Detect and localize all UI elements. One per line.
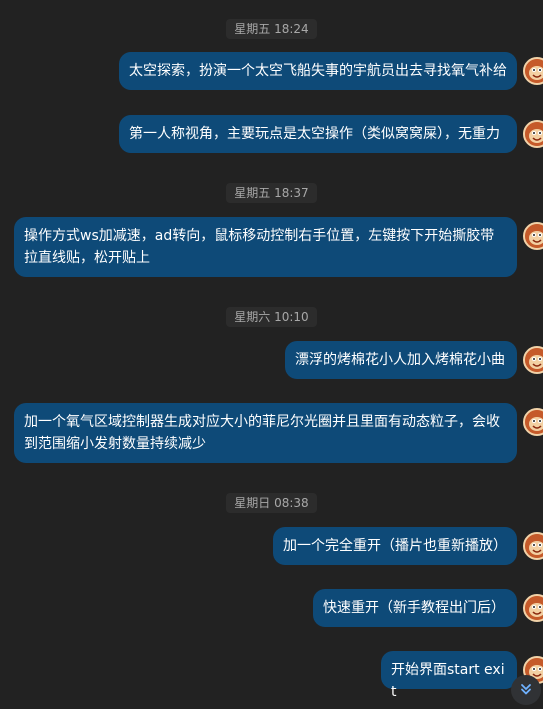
monkey-avatar-icon[interactable] bbox=[523, 57, 543, 85]
message-bubble[interactable]: 太空探索，扮演一个太空飞船失事的宇航员出去寻找氧气补给 bbox=[119, 52, 517, 90]
message-text: 加一个氧气区域控制器生成对应大小的菲尼尔光圈并且里面有动态粒子，会收到范围缩小发… bbox=[24, 414, 500, 452]
monkey-avatar-icon[interactable] bbox=[523, 532, 543, 560]
message-bubble[interactable]: 加一个完全重开（播片也重新播放） bbox=[273, 527, 517, 565]
message-row: 太空探索，扮演一个太空飞船失事的宇航员出去寻找氧气补给 bbox=[0, 52, 543, 90]
monkey-avatar-icon[interactable] bbox=[523, 222, 543, 250]
timestamp-divider: 星期五 18:37 bbox=[0, 182, 543, 203]
message-row: 漂浮的烤棉花小人加入烤棉花小曲 bbox=[0, 341, 543, 379]
monkey-avatar-icon[interactable] bbox=[523, 120, 543, 148]
timestamp-label: 星期五 18:37 bbox=[226, 183, 317, 203]
timestamp-label: 星期日 08:38 bbox=[226, 493, 317, 513]
message-text: 加一个完全重开（播片也重新播放） bbox=[283, 538, 507, 554]
message-bubble[interactable]: 漂浮的烤棉花小人加入烤棉花小曲 bbox=[285, 341, 517, 379]
timestamp-label: 星期五 18:24 bbox=[226, 19, 317, 39]
timestamp-label: 星期六 10:10 bbox=[226, 307, 317, 327]
message-row: 快速重开（新手教程出门后） bbox=[0, 589, 543, 627]
message-row: 加一个完全重开（播片也重新播放） bbox=[0, 527, 543, 565]
monkey-avatar-icon[interactable] bbox=[523, 346, 543, 374]
message-row: 开始界面start exit bbox=[0, 651, 543, 700]
monkey-avatar-icon[interactable] bbox=[523, 594, 543, 622]
message-bubble[interactable]: 快速重开（新手教程出门后） bbox=[313, 589, 517, 627]
double-chevron-down-icon bbox=[519, 681, 533, 700]
message-text: 开始界面start exit bbox=[391, 662, 505, 700]
timestamp-divider: 星期日 08:38 bbox=[0, 492, 543, 513]
message-bubble[interactable]: 操作方式ws加减速，ad转向，鼠标移动控制右手位置，左键按下开始撕胶带拉直线贴，… bbox=[14, 217, 517, 277]
message-row: 加一个氧气区域控制器生成对应大小的菲尼尔光圈并且里面有动态粒子，会收到范围缩小发… bbox=[0, 403, 543, 463]
message-bubble[interactable]: 开始界面start exit bbox=[381, 651, 517, 700]
scroll-to-bottom-button[interactable] bbox=[511, 675, 541, 705]
timestamp-divider: 星期五 18:24 bbox=[0, 18, 543, 39]
message-text: 操作方式ws加减速，ad转向，鼠标移动控制右手位置，左键按下开始撕胶带拉直线贴，… bbox=[24, 228, 495, 266]
message-row: 操作方式ws加减速，ad转向，鼠标移动控制右手位置，左键按下开始撕胶带拉直线贴，… bbox=[0, 217, 543, 277]
message-text: 太空探索，扮演一个太空飞船失事的宇航员出去寻找氧气补给 bbox=[129, 63, 507, 79]
message-bubble[interactable]: 加一个氧气区域控制器生成对应大小的菲尼尔光圈并且里面有动态粒子，会收到范围缩小发… bbox=[14, 403, 517, 463]
message-text: 快速重开（新手教程出门后） bbox=[323, 600, 505, 616]
message-bubble[interactable]: 第一人称视角，主要玩点是太空操作（类似窝窝屎），无重力 bbox=[119, 115, 517, 153]
message-text: 第一人称视角，主要玩点是太空操作（类似窝窝屎），无重力 bbox=[129, 126, 500, 142]
timestamp-divider: 星期六 10:10 bbox=[0, 306, 543, 327]
monkey-avatar-icon[interactable] bbox=[523, 408, 543, 436]
message-text: 漂浮的烤棉花小人加入烤棉花小曲 bbox=[295, 352, 505, 368]
chat-panel: 星期五 18:24 太空探索，扮演一个太空飞船失事的宇航员出去寻找氧气补给 第一… bbox=[0, 0, 543, 709]
message-row: 第一人称视角，主要玩点是太空操作（类似窝窝屎），无重力 bbox=[0, 115, 543, 153]
